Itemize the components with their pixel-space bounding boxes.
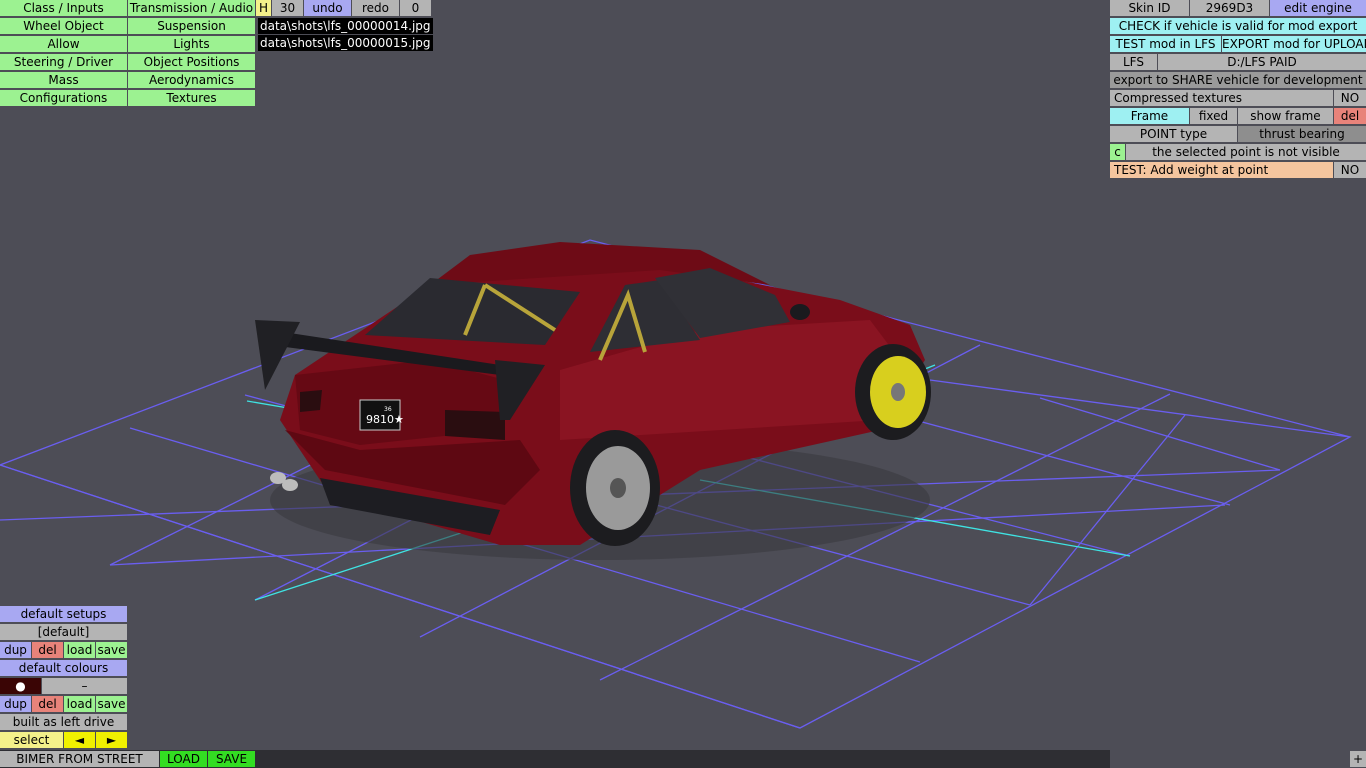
menu-object-positions[interactable]: Object Positions: [128, 54, 255, 70]
show-frame-toggle[interactable]: show frame: [1238, 108, 1333, 124]
car-model[interactable]: [255, 242, 931, 560]
status-save-button[interactable]: SAVE: [208, 751, 255, 767]
test-add-weight-toggle[interactable]: NO: [1334, 162, 1366, 178]
frame-button[interactable]: Frame: [1110, 108, 1189, 124]
menu-aerodynamics[interactable]: Aerodynamics: [128, 72, 255, 88]
setup-save-button[interactable]: save: [96, 642, 127, 658]
license-plate-top: 36: [384, 406, 392, 413]
redo-count[interactable]: 0: [400, 0, 431, 16]
menu-configurations[interactable]: Configurations: [0, 90, 127, 106]
lfs-label: LFS: [1110, 54, 1157, 70]
menu-transmission-audio[interactable]: Transmission / Audio: [128, 0, 255, 16]
point-type-select[interactable]: thrust bearing: [1238, 126, 1366, 142]
export-mod-button[interactable]: EXPORT mod for UPLOAD: [1222, 36, 1366, 52]
default-setups-button[interactable]: default setups: [0, 606, 127, 622]
default-colours-button[interactable]: default colours: [0, 660, 127, 676]
colour-swatch[interactable]: ●: [0, 678, 41, 694]
frame-fixed-toggle[interactable]: fixed: [1190, 108, 1237, 124]
setup-dup-button[interactable]: dup: [0, 642, 31, 658]
menu-wheel-object[interactable]: Wheel Object: [0, 18, 127, 34]
screenshot-message: data\shots\lfs_00000014.jpg: [258, 18, 433, 34]
menu-textures[interactable]: Textures: [128, 90, 255, 106]
next-arrow-button[interactable]: ►: [96, 732, 127, 748]
menu-lights[interactable]: Lights: [128, 36, 255, 52]
h-toggle-button[interactable]: H: [256, 0, 271, 16]
c-button[interactable]: c: [1110, 144, 1125, 160]
point-visibility-status: the selected point is not visible: [1126, 144, 1366, 160]
menu-steering-driver[interactable]: Steering / Driver: [0, 54, 127, 70]
test-add-weight-label: TEST: Add weight at point: [1110, 162, 1333, 178]
compressed-textures-toggle[interactable]: NO: [1334, 90, 1366, 106]
colour-load-button[interactable]: load: [64, 696, 95, 712]
setup-del-button[interactable]: del: [32, 642, 63, 658]
skin-id-value[interactable]: 2969D3: [1190, 0, 1269, 16]
lfs-path-field[interactable]: D:/LFS PAID: [1158, 54, 1366, 70]
vehicle-name-field[interactable]: BIMER FROM STREET: [0, 751, 159, 767]
step-count[interactable]: 30: [272, 0, 303, 16]
undo-button[interactable]: undo: [304, 0, 351, 16]
select-button[interactable]: select: [0, 732, 63, 748]
colour-save-button[interactable]: save: [96, 696, 127, 712]
setup-load-button[interactable]: load: [64, 642, 95, 658]
colour-del-button[interactable]: del: [32, 696, 63, 712]
colour-name-field[interactable]: –: [42, 678, 127, 694]
menu-allow[interactable]: Allow: [0, 36, 127, 52]
status-load-button[interactable]: LOAD: [160, 751, 207, 767]
skin-id-label: Skin ID: [1110, 0, 1189, 16]
built-left-drive-toggle[interactable]: built as left drive: [0, 714, 127, 730]
prev-arrow-button[interactable]: ◄: [64, 732, 95, 748]
setup-name-field[interactable]: [default]: [0, 624, 127, 640]
license-plate-text: 9810★: [366, 413, 404, 426]
redo-button[interactable]: redo: [352, 0, 399, 16]
menu-mass[interactable]: Mass: [0, 72, 127, 88]
colour-dup-button[interactable]: dup: [0, 696, 31, 712]
compressed-textures-label: Compressed textures: [1110, 90, 1333, 106]
screenshot-message: data\shots\lfs_00000015.jpg: [258, 35, 433, 51]
plus-button[interactable]: +: [1350, 751, 1366, 767]
point-type-label: POINT type: [1110, 126, 1237, 142]
menu-class-inputs[interactable]: Class / Inputs: [0, 0, 127, 16]
edit-engine-button[interactable]: edit engine: [1270, 0, 1366, 16]
export-share-button[interactable]: export to SHARE vehicle for development: [1110, 72, 1366, 88]
frame-delete-button[interactable]: del: [1334, 108, 1366, 124]
check-valid-button[interactable]: CHECK if vehicle is valid for mod export: [1110, 18, 1366, 34]
menu-suspension[interactable]: Suspension: [128, 18, 255, 34]
test-mod-button[interactable]: TEST mod in LFS: [1110, 36, 1221, 52]
